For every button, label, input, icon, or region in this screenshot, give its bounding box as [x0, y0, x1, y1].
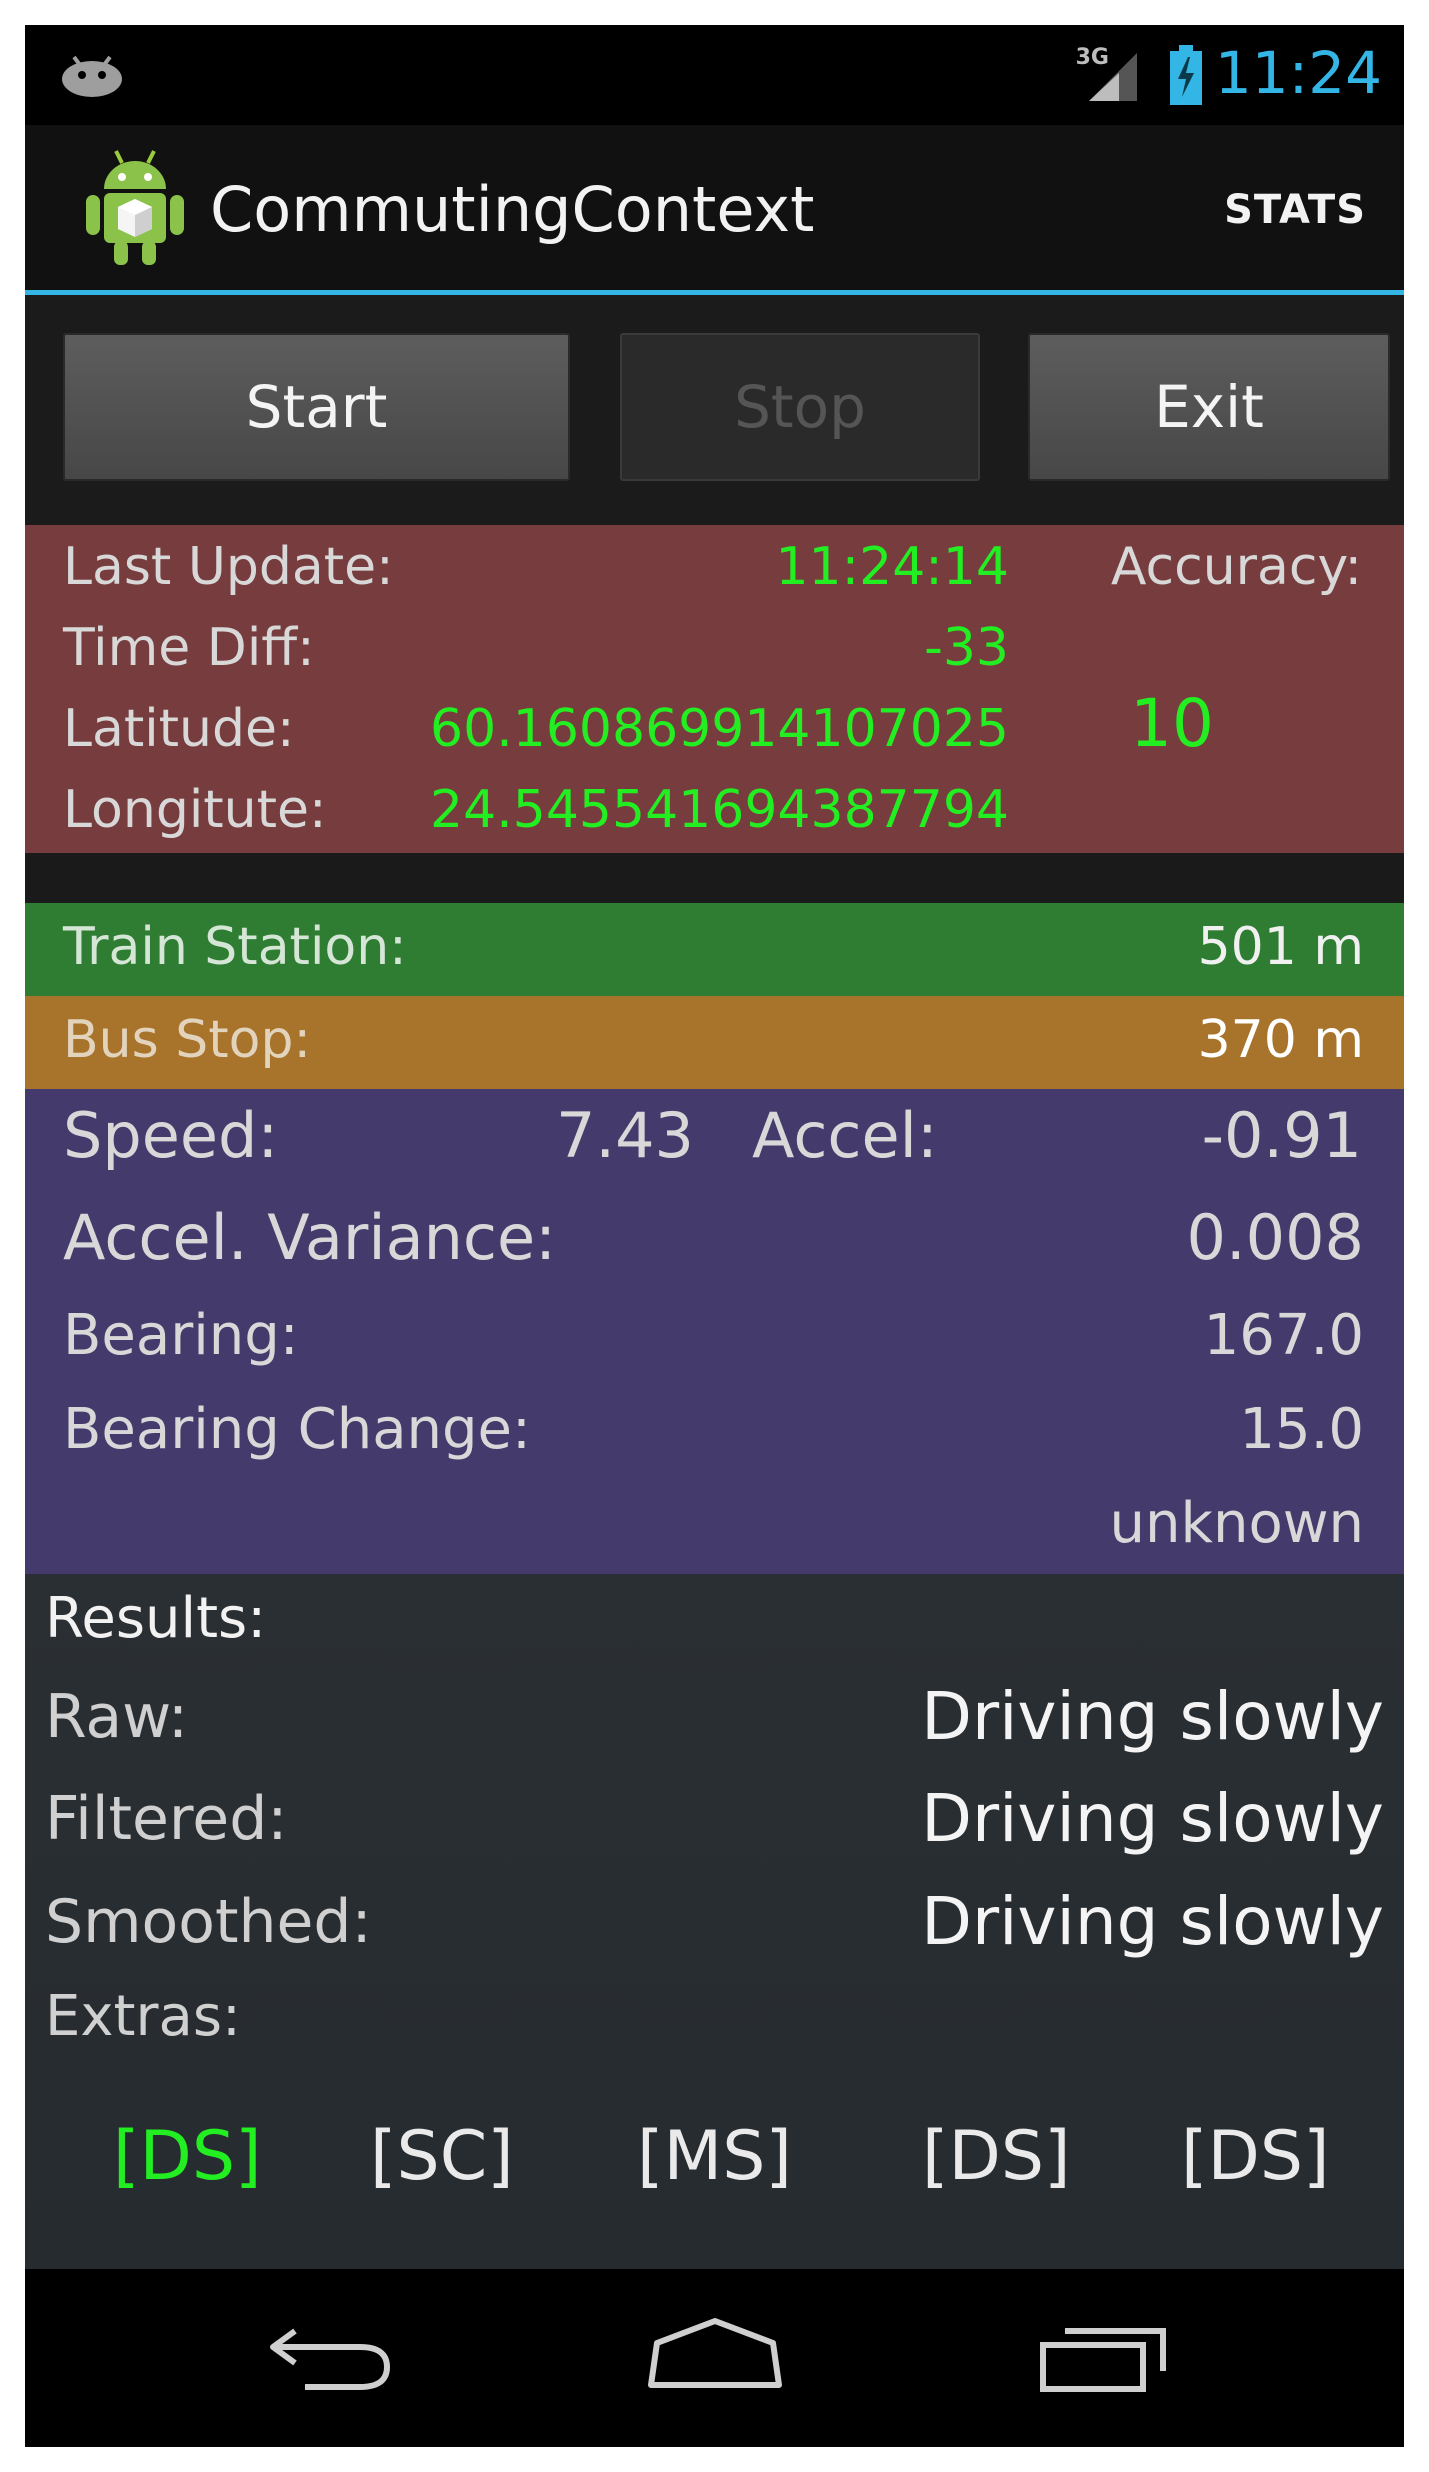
time-diff-value: -33	[924, 618, 1009, 678]
accel-value: -0.91	[1201, 1099, 1362, 1172]
accel-label: Accel:	[752, 1099, 938, 1172]
panel-divider	[25, 853, 1404, 903]
accel-variance-label: Accel. Variance:	[63, 1201, 557, 1274]
speed-value: 7.43	[555, 1099, 694, 1172]
battery-charging-icon	[1170, 45, 1202, 105]
longitude-label: Longitute:	[63, 780, 327, 840]
bus-stop-label: Bus Stop:	[63, 1010, 311, 1070]
motion-state-value: unknown	[1109, 1491, 1364, 1556]
filtered-label: Filtered:	[45, 1784, 288, 1854]
back-icon[interactable]	[265, 2315, 395, 2395]
extra-tag-2: [SC]	[370, 2117, 514, 2196]
latitude-label: Latitude:	[63, 699, 295, 759]
app-title: CommutingContext	[210, 173, 815, 246]
bus-stop-row: Bus Stop: 370 m	[25, 996, 1404, 1089]
train-station-label: Train Station:	[63, 917, 407, 977]
recent-apps-icon[interactable]	[1035, 2315, 1175, 2395]
raw-label: Raw:	[45, 1682, 189, 1752]
results-heading: Results:	[45, 1586, 267, 1651]
signal-strength-icon	[1089, 53, 1137, 101]
status-bar: 3G 11:24	[25, 25, 1404, 125]
bus-stop-distance: 370 m	[1197, 1010, 1364, 1070]
time-diff-label: Time Diff:	[63, 618, 315, 678]
stats-button[interactable]: STATS	[1224, 187, 1366, 233]
action-bar: CommutingContext STATS	[25, 125, 1404, 295]
bearing-label: Bearing:	[63, 1303, 299, 1368]
speed-label: Speed:	[63, 1099, 279, 1172]
location-panel: Last Update: 11:24:14 Time Diff: -33 Lat…	[25, 525, 1404, 853]
extra-tag-5: [DS]	[1181, 2117, 1330, 2196]
accuracy-value: 10	[1130, 685, 1214, 762]
bearing-change-label: Bearing Change:	[63, 1397, 531, 1462]
status-clock: 11:24	[1214, 39, 1382, 107]
android-notification-icon	[62, 55, 122, 97]
smoothed-value: Driving slowly	[921, 1883, 1384, 1960]
motion-panel: Speed: 7.43 Accel: -0.91 Accel. Variance…	[25, 1089, 1404, 1574]
phone-screen: 3G 11:24 CommutingContext STATS Start St…	[25, 25, 1404, 2447]
start-button[interactable]: Start	[63, 333, 570, 481]
last-update-label: Last Update:	[63, 537, 394, 597]
filtered-value: Driving slowly	[921, 1780, 1384, 1857]
stop-button[interactable]: Stop	[620, 333, 980, 481]
last-update-value: 11:24:14	[775, 537, 1009, 597]
extra-tag-3: [MS]	[637, 2117, 792, 2196]
latitude-value: 60.160869914107025	[430, 699, 1009, 759]
longitude-value: 24.545541694387794	[430, 780, 1009, 840]
accel-variance-value: 0.008	[1186, 1201, 1365, 1274]
results-panel: Results: Raw: Driving slowly Filtered: D…	[25, 1574, 1404, 2269]
raw-value: Driving slowly	[921, 1678, 1384, 1755]
home-icon[interactable]	[645, 2315, 785, 2395]
extras-label: Extras:	[45, 1984, 241, 2049]
control-button-row: Start Stop Exit	[25, 295, 1404, 525]
exit-button[interactable]: Exit	[1028, 333, 1390, 481]
accuracy-label: Accuracy:	[1110, 537, 1362, 597]
extra-tag-1: [DS]	[113, 2117, 262, 2196]
bearing-change-value: 15.0	[1239, 1397, 1364, 1462]
smoothed-label: Smoothed:	[45, 1887, 372, 1957]
train-station-distance: 501 m	[1197, 917, 1364, 977]
navigation-bar	[25, 2269, 1404, 2447]
extra-tag-4: [DS]	[922, 2117, 1071, 2196]
app-android-icon[interactable]	[80, 143, 190, 268]
bearing-value: 167.0	[1203, 1303, 1364, 1368]
train-station-row: Train Station: 501 m	[25, 903, 1404, 996]
